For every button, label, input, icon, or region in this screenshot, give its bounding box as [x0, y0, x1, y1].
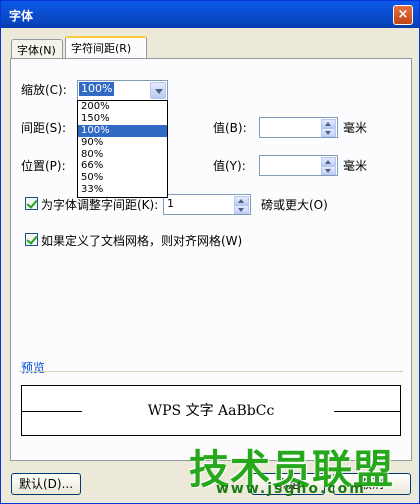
scale-option-66[interactable]: 66% — [78, 160, 167, 172]
spin-down-icon[interactable] — [321, 128, 336, 137]
scale-dropdown-list[interactable]: 200% 150% 100% 90% 80% 66% 50% 33% — [77, 100, 168, 198]
preview-sample-text: WPS 文字 AaBbCc — [147, 403, 275, 419]
spacing-label: 间距(S): — [21, 121, 67, 135]
tab-font-label: 字体(N) — [17, 44, 56, 57]
scale-option-80[interactable]: 80% — [78, 149, 167, 161]
position-spinner[interactable] — [321, 157, 336, 175]
title-bar[interactable]: 字体 × — [1, 1, 419, 28]
close-button[interactable]: × — [393, 5, 413, 25]
tab-character-spacing[interactable]: 字符间距(R) — [65, 36, 147, 59]
position-value-label: 值(Y): — [213, 159, 246, 173]
spacing-spinner[interactable] — [321, 119, 336, 137]
kerning-label: 为字体调整字间距(K): — [41, 198, 159, 212]
scale-option-33[interactable]: 33% — [78, 184, 167, 196]
font-dialog: 字体 × 字体(N) 字符间距(R) 缩放(C): 100% 200% 150%… — [0, 0, 420, 504]
spin-down-icon[interactable] — [234, 205, 249, 214]
watermark-url: www.jsgho.com — [216, 481, 366, 497]
scale-option-90[interactable]: 90% — [78, 137, 167, 149]
preview-box: WPS 文字 AaBbCc — [21, 385, 401, 436]
grid-align-checkbox[interactable] — [25, 233, 38, 246]
spin-down-icon[interactable] — [321, 166, 336, 175]
tab-character-spacing-label: 字符间距(R) — [71, 42, 132, 55]
kerning-checkbox[interactable] — [25, 197, 38, 210]
scale-label: 缩放(C): — [21, 83, 67, 97]
scale-option-150[interactable]: 150% — [78, 113, 167, 125]
scale-select-value: 100% — [79, 82, 115, 96]
kerning-spinner[interactable] — [234, 196, 249, 214]
chevron-down-icon[interactable] — [150, 82, 166, 99]
spacing-value-field[interactable] — [259, 117, 338, 138]
preview-group-label: 预览 — [21, 361, 46, 375]
scale-option-100[interactable]: 100% — [78, 124, 167, 137]
spin-up-icon[interactable] — [321, 157, 336, 166]
position-unit: 毫米 — [343, 159, 368, 173]
kerning-value-field[interactable]: 1 — [163, 194, 251, 215]
spin-up-icon[interactable] — [321, 119, 336, 128]
position-label: 位置(P): — [21, 159, 66, 173]
spin-up-icon[interactable] — [234, 196, 249, 205]
scale-select[interactable]: 100% — [77, 80, 168, 101]
spacing-unit: 毫米 — [343, 121, 368, 135]
kerning-suffix: 磅或更大(O) — [261, 198, 328, 212]
grid-align-label: 如果定义了文档网格，则对齐网格(W) — [41, 234, 243, 248]
scale-option-50[interactable]: 50% — [78, 172, 167, 184]
preview-divider — [19, 371, 403, 372]
window-title: 字体 — [9, 9, 34, 23]
kerning-value-text: 1 — [167, 197, 174, 210]
default-button[interactable]: 默认(D)... — [11, 473, 81, 495]
spacing-value-label: 值(B): — [213, 121, 247, 135]
position-value-field[interactable] — [259, 155, 338, 176]
scale-option-200[interactable]: 200% — [78, 101, 167, 113]
tab-font[interactable]: 字体(N) — [11, 39, 63, 59]
